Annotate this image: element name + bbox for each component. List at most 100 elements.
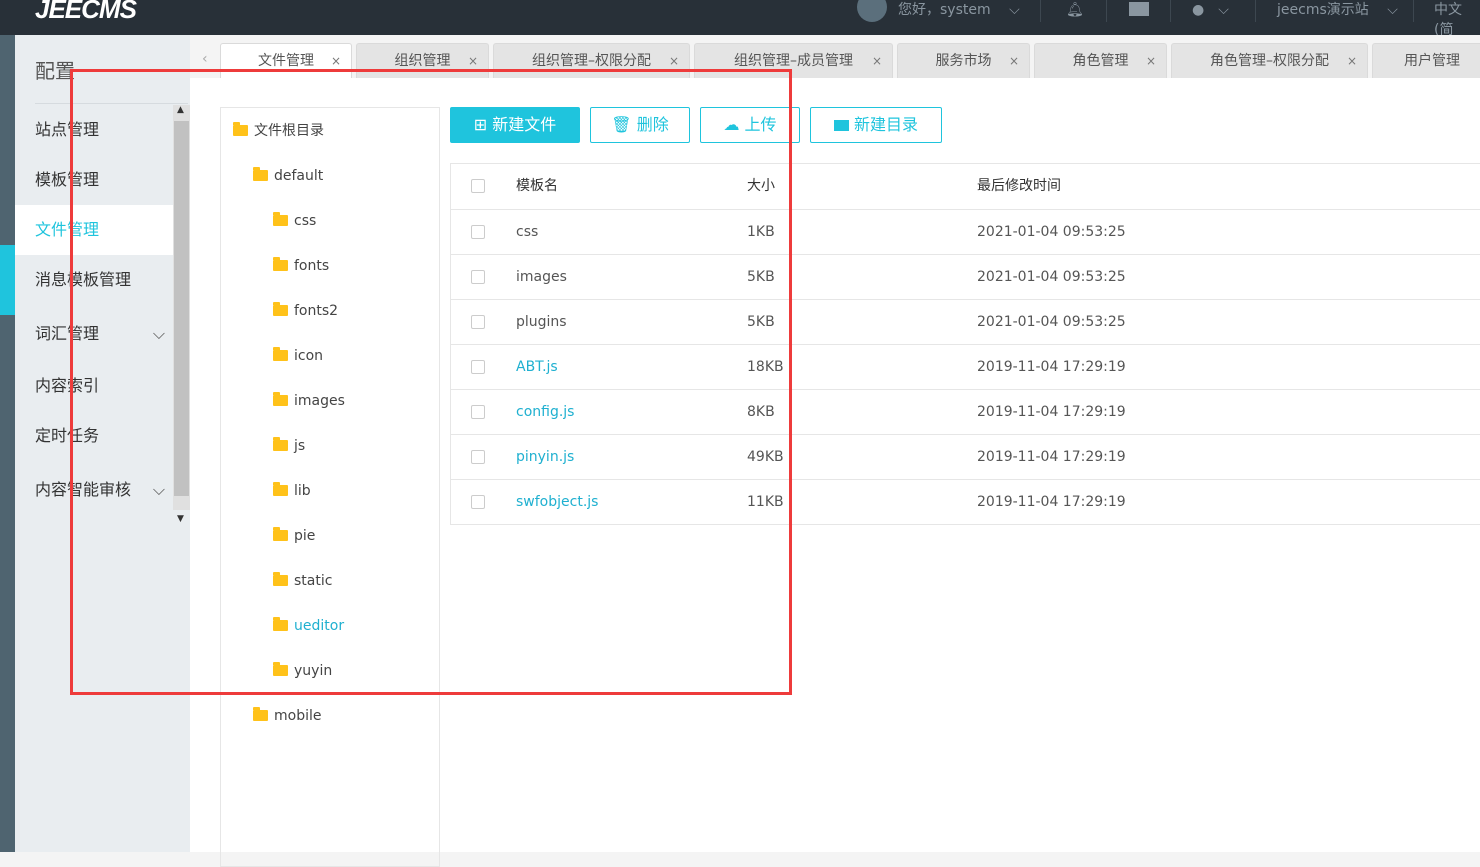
new-file-button[interactable]: ⊞ 新建文件 xyxy=(450,107,580,143)
folder-icon xyxy=(273,572,288,586)
main-nav-strip xyxy=(0,35,15,852)
row-checkbox[interactable] xyxy=(471,225,485,239)
user-menu[interactable]: 您好，system ⌵ xyxy=(898,0,1020,22)
close-icon[interactable]: × xyxy=(1146,44,1156,78)
delete-button[interactable]: 🗑︎ 删除 xyxy=(590,107,690,143)
sidebar-item-template[interactable]: 模板管理 xyxy=(15,155,173,205)
tab-role-management[interactable]: 角色管理 × xyxy=(1034,43,1167,78)
file-name[interactable]: swfobject.js xyxy=(516,480,598,525)
file-name: css xyxy=(516,224,539,240)
tree-label: 文件根目录 xyxy=(254,123,324,139)
table-row[interactable]: ABT.js 18KB 2019-11-04 17:29:19 xyxy=(451,344,1480,389)
tree-node-pie[interactable]: pie xyxy=(273,526,315,546)
tab-org-members[interactable]: 组织管理–成员管理 × xyxy=(694,43,893,78)
tree-node-static[interactable]: static xyxy=(273,571,332,591)
tree-node-yuyin[interactable]: yuyin xyxy=(273,661,332,681)
tree-node-js[interactable]: js xyxy=(273,436,305,456)
close-icon[interactable]: × xyxy=(872,44,882,78)
tab-label: 组织管理–权限分配 xyxy=(532,53,651,69)
row-checkbox[interactable] xyxy=(471,360,485,374)
tree-label: mobile xyxy=(274,708,322,724)
row-checkbox[interactable] xyxy=(471,405,485,419)
sidebar-item-content-audit[interactable]: 内容智能审核 ⌵ xyxy=(15,465,173,515)
tree-node-default[interactable]: default xyxy=(253,166,323,186)
table-row[interactable]: css 1KB 2021-01-04 09:53:25 xyxy=(451,209,1480,254)
tab-role-permissions[interactable]: 角色管理–权限分配 × xyxy=(1171,43,1368,78)
row-checkbox[interactable] xyxy=(471,495,485,509)
tab-user-management[interactable]: 用户管理 xyxy=(1372,43,1480,78)
language-select[interactable]: 中文(简 xyxy=(1434,0,1480,38)
avatar[interactable] xyxy=(857,0,887,22)
header-name: 模板名 xyxy=(516,178,558,194)
folder-icon xyxy=(273,347,288,361)
row-checkbox[interactable] xyxy=(471,450,485,464)
sidebar-item-label: 模板管理 xyxy=(35,170,100,189)
sidebar-item-message-template[interactable]: 消息模板管理 xyxy=(15,255,173,305)
tree-node-lib[interactable]: lib xyxy=(273,481,311,501)
tab-org-management[interactable]: 组织管理 × xyxy=(356,43,489,78)
tree-node-images[interactable]: images xyxy=(273,391,345,411)
file-size: 1KB xyxy=(747,224,775,240)
table-row[interactable]: plugins 5KB 2021-01-04 09:53:25 xyxy=(451,299,1480,344)
tab-org-permissions[interactable]: 组织管理–权限分配 × xyxy=(493,43,690,78)
tree-node-root[interactable]: 文件根目录 xyxy=(233,121,324,141)
table-row[interactable]: swfobject.js 11KB 2019-11-04 17:29:19 xyxy=(451,479,1480,524)
monitor-icon[interactable] xyxy=(1129,2,1149,16)
logo: JEECMS xyxy=(35,0,137,24)
tree-label: default xyxy=(274,168,324,184)
tree-node-css[interactable]: css xyxy=(273,211,316,231)
select-all-checkbox[interactable] xyxy=(471,179,485,193)
tree-node-fonts[interactable]: fonts xyxy=(273,256,329,276)
tree-node-mobile[interactable]: mobile xyxy=(253,706,321,726)
table-header: 模板名 大小 最后修改时间 xyxy=(451,164,1480,209)
close-icon[interactable]: × xyxy=(331,44,341,78)
folder-icon xyxy=(273,527,288,541)
tab-file-management[interactable]: 文件管理 × xyxy=(220,43,352,78)
upload-button[interactable]: ☁ 上传 xyxy=(700,107,800,143)
file-modified: 2019-11-04 17:29:19 xyxy=(977,404,1126,420)
folder-icon xyxy=(273,257,288,271)
close-icon[interactable]: × xyxy=(669,44,679,78)
tab-label: 文件管理 xyxy=(258,53,314,69)
tree-node-icon[interactable]: icon xyxy=(273,346,323,366)
tab-service-market[interactable]: 服务市场 × xyxy=(897,43,1030,78)
row-checkbox[interactable] xyxy=(471,315,485,329)
chevron-down-icon: ⌵ xyxy=(1009,2,1020,18)
table-row[interactable]: config.js 8KB 2019-11-04 17:29:19 xyxy=(451,389,1480,434)
tree-node-ueditor[interactable]: ueditor xyxy=(273,616,344,636)
row-checkbox[interactable] xyxy=(471,270,485,284)
file-name[interactable]: ABT.js xyxy=(516,345,558,390)
tree-node-fonts2[interactable]: fonts2 xyxy=(273,301,338,321)
button-label: 上传 xyxy=(744,115,777,134)
file-name[interactable]: config.js xyxy=(516,390,574,435)
palette-icon[interactable]: ● ⌵ xyxy=(1192,0,1229,22)
bell-icon[interactable]: 🔔︎ xyxy=(1066,0,1084,22)
sidebar-scrollbar[interactable]: ▲ ▼ xyxy=(173,105,190,524)
file-modified: 2019-11-04 17:29:19 xyxy=(977,359,1126,375)
table-row[interactable]: pinyin.js 49KB 2019-11-04 17:29:19 xyxy=(451,434,1480,479)
tab-label: 组织管理–成员管理 xyxy=(734,53,853,69)
cloud-upload-icon: ☁ xyxy=(723,115,740,134)
tree-label: fonts xyxy=(294,258,330,274)
file-name[interactable]: pinyin.js xyxy=(516,435,574,480)
sidebar-item-label: 内容索引 xyxy=(35,376,100,395)
folder-icon xyxy=(253,707,268,721)
close-icon[interactable]: × xyxy=(468,44,478,78)
sidebar-item-content-index[interactable]: 内容索引 xyxy=(15,361,173,411)
file-size: 49KB xyxy=(747,449,784,465)
sidebar-item-vocabulary[interactable]: 词汇管理 ⌵ xyxy=(15,309,173,359)
tab-bar: ‹ 文件管理 × 组织管理 × 组织管理–权限分配 × 组织管理–成员管理 × 服务市场… xyxy=(190,35,1480,78)
sidebar-item-site[interactable]: 站点管理 xyxy=(15,105,173,155)
tabs-prev-icon[interactable]: ‹ xyxy=(202,51,208,67)
close-icon[interactable]: × xyxy=(1009,44,1019,78)
sidebar-item-scheduled-task[interactable]: 定时任务 xyxy=(15,411,173,461)
close-icon[interactable]: × xyxy=(1347,44,1357,78)
tree-label: pie xyxy=(294,528,316,544)
folder-icon xyxy=(833,120,849,131)
main-nav-active[interactable] xyxy=(0,245,15,315)
file-add-icon: ⊞ xyxy=(473,115,488,134)
table-row[interactable]: images 5KB 2021-01-04 09:53:25 xyxy=(451,254,1480,299)
new-directory-button[interactable]: 新建目录 xyxy=(810,107,942,143)
sidebar-item-file[interactable]: 文件管理 xyxy=(15,205,173,255)
site-select[interactable]: jeecms演示站 ⌵ xyxy=(1277,0,1398,22)
